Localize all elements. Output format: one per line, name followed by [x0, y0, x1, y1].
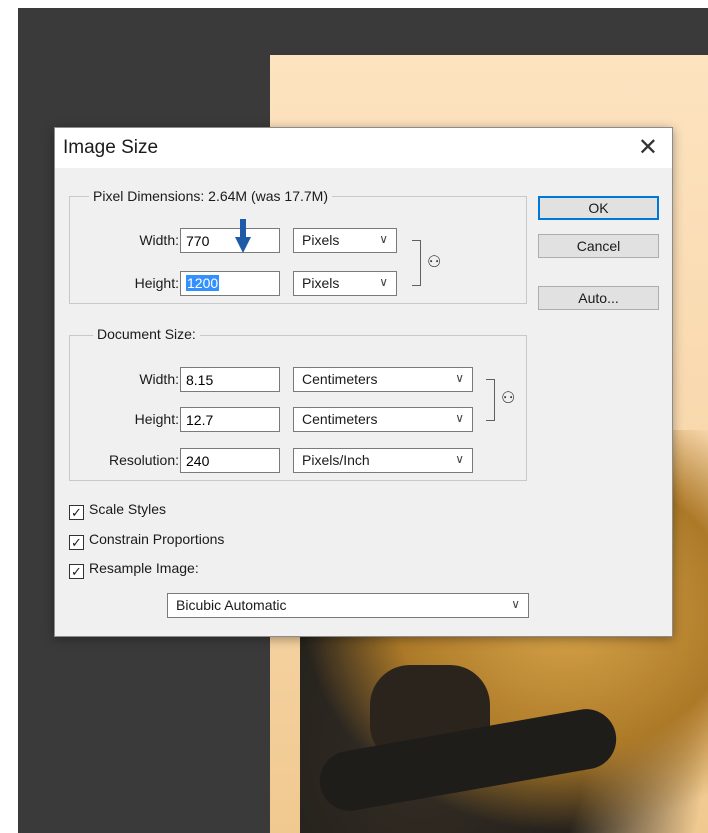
close-icon[interactable]: ✕ — [638, 134, 658, 162]
resolution-input[interactable] — [180, 448, 280, 473]
auto-button[interactable]: Auto... — [538, 286, 659, 310]
checkmark-icon[interactable]: ✓ — [69, 564, 84, 579]
scale-styles-option[interactable]: ✓ Scale Styles — [69, 501, 166, 520]
resample-image-option[interactable]: ✓ Resample Image: — [69, 560, 199, 579]
resample-method-select[interactable]: Bicubic Automatic ∨ — [167, 593, 529, 618]
scale-styles-label: Scale Styles — [89, 501, 167, 517]
chevron-down-icon: ∨ — [455, 371, 464, 385]
pixel-constrain-bracket — [412, 240, 421, 286]
pixel-width-unit-value: Pixels — [302, 232, 340, 248]
chevron-down-icon: ∨ — [379, 275, 388, 289]
doc-height-label: Height: — [134, 411, 179, 427]
dialog-titlebar: Image Size ✕ — [55, 128, 672, 168]
pixel-width-label: Width: — [139, 232, 179, 248]
doc-width-input[interactable] — [180, 367, 280, 392]
resolution-unit-value: Pixels/Inch — [302, 452, 370, 468]
resolution-label: Resolution: — [108, 452, 179, 468]
document-size-legend: Document Size: — [93, 326, 200, 342]
doc-constrain-bracket — [486, 379, 495, 421]
pixel-width-input[interactable] — [180, 228, 280, 253]
pixel-height-selected-text: 1200 — [186, 275, 220, 291]
pixel-width-unit-select[interactable]: Pixels ∨ — [293, 228, 397, 253]
checkmark-icon[interactable]: ✓ — [69, 535, 84, 550]
pixel-dimensions-label: Pixel Dimensions: — [93, 188, 205, 204]
chevron-down-icon: ∨ — [455, 452, 464, 466]
chevron-down-icon: ∨ — [455, 411, 464, 425]
cancel-button[interactable]: Cancel — [538, 234, 659, 258]
arrow-down-icon — [235, 219, 251, 253]
doc-height-input[interactable] — [180, 407, 280, 432]
constrain-proportions-option[interactable]: ✓ Constrain Proportions — [69, 531, 224, 550]
pixel-dimensions-legend: Pixel Dimensions: 2.64M (was 17.7M) — [89, 188, 332, 204]
chevron-down-icon: ∨ — [379, 232, 388, 246]
pixel-dimensions-value: 2.64M (was 17.7M) — [208, 188, 328, 204]
resolution-unit-select[interactable]: Pixels/Inch ∨ — [293, 448, 473, 473]
doc-height-unit-value: Centimeters — [302, 411, 378, 427]
pixel-height-unit-value: Pixels — [302, 275, 340, 291]
doc-width-unit-value: Centimeters — [302, 371, 378, 387]
resample-method-value: Bicubic Automatic — [176, 597, 287, 613]
chain-link-icon: ⚇ — [501, 390, 516, 407]
pixel-height-unit-select[interactable]: Pixels ∨ — [293, 271, 397, 296]
dialog-title: Image Size — [63, 137, 159, 158]
constrain-proportions-label: Constrain Proportions — [89, 531, 225, 547]
chain-link-icon: ⚇ — [427, 254, 442, 271]
ok-button[interactable]: OK — [538, 196, 659, 220]
doc-width-unit-select[interactable]: Centimeters ∨ — [293, 367, 473, 392]
pixel-height-label: Height: — [134, 275, 179, 291]
checkmark-icon[interactable]: ✓ — [69, 505, 84, 520]
pixel-height-input[interactable]: 1200 — [180, 271, 280, 296]
resample-image-label: Resample Image: — [89, 560, 199, 576]
chevron-down-icon: ∨ — [511, 597, 520, 611]
image-size-dialog: Image Size ✕ Pixel Dimensions: 2.64M (wa… — [54, 127, 673, 637]
doc-height-unit-select[interactable]: Centimeters ∨ — [293, 407, 473, 432]
doc-width-label: Width: — [139, 371, 179, 387]
